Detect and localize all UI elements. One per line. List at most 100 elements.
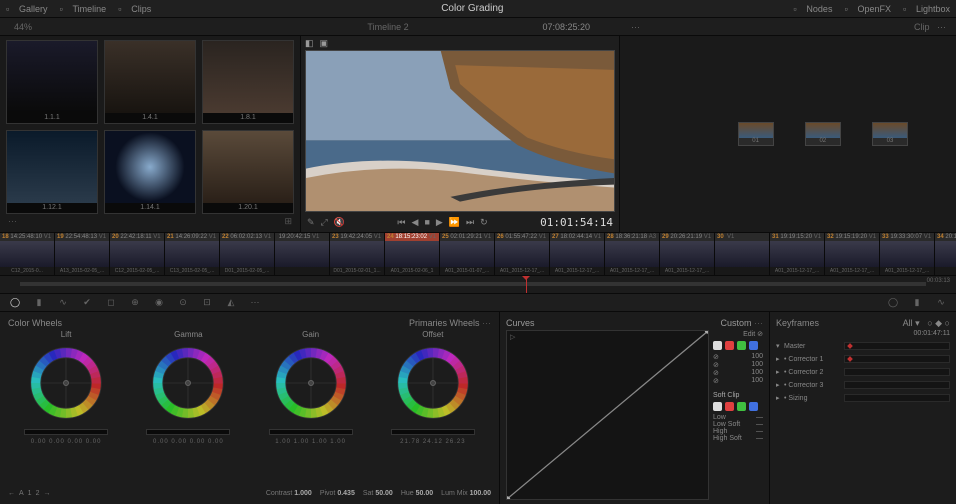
timeline-clip[interactable]: 19 22:54:48:13 V1 A13_2015-02-05_...: [55, 233, 110, 275]
channel-intensity[interactable]: ⊘100: [713, 369, 763, 377]
node-03[interactable]: 03: [872, 122, 908, 146]
gallery-layout-icon[interactable]: ⊞: [284, 216, 292, 227]
timeline-icon[interactable]: ▫Timeline: [60, 4, 107, 14]
tab-sizing-icon[interactable]: ⊡: [200, 296, 214, 310]
gallery-still[interactable]: 1.8.1: [202, 40, 294, 124]
loop-icon[interactable]: ↻: [480, 217, 488, 228]
node-01[interactable]: 01: [738, 122, 774, 146]
timeline-clip[interactable]: 27 18:02:44:14 V1 A01_2015-12-17_...: [550, 233, 605, 275]
channel-swatch[interactable]: [725, 341, 734, 350]
timeline-clip[interactable]: 22 06:02:02:13 V1 D01_2015-02-05_...: [220, 233, 275, 275]
tab2-curves-icon[interactable]: ∿: [934, 296, 948, 310]
timeline-ruler[interactable]: 00:03:13: [0, 275, 956, 293]
timeline-clip[interactable]: 28 18:36:21:18 A3 A01_2015-12-17_...: [605, 233, 660, 275]
wheel-values[interactable]: 21.78 24.12 26.23: [400, 439, 465, 445]
playhead[interactable]: [526, 276, 527, 293]
wheel-values[interactable]: 0.00 0.00 0.00 0.00: [31, 439, 102, 445]
expand-icon[interactable]: ⤢: [321, 217, 328, 228]
master-slider[interactable]: [269, 429, 353, 435]
node-graph[interactable]: 01 02 03: [620, 36, 956, 232]
keyframe-track[interactable]: ▸ • Corrector 3: [776, 379, 950, 391]
timeline-clip[interactable]: 24 18:15:23:02 V1 A01_2015-02-06_1: [385, 233, 440, 275]
tab-blur-icon[interactable]: ◉: [152, 296, 166, 310]
picker-icon[interactable]: ✎: [307, 217, 315, 228]
page-nav[interactable]: →: [43, 490, 50, 497]
gallery-still[interactable]: 1.14.1: [104, 130, 196, 214]
lightbox-icon[interactable]: ▫Lightbox: [903, 4, 950, 14]
keyframe-track[interactable]: ▸ • Corrector 2: [776, 366, 950, 378]
timeline-clip[interactable]: 26 01:55:47:22 V1 A01_2015-12-17_...: [495, 233, 550, 275]
param-contrast[interactable]: Contrast 1.000: [266, 490, 312, 497]
softclip-low[interactable]: Low—: [713, 414, 763, 421]
zoom-level[interactable]: 44%: [14, 22, 32, 32]
gallery-still[interactable]: 1.4.1: [104, 40, 196, 124]
gallery-still[interactable]: 1.12.1: [6, 130, 98, 214]
nodes-icon[interactable]: ▫Nodes: [793, 4, 832, 14]
wheels-mode[interactable]: Primaries Wheels: [409, 318, 480, 328]
wheel-values[interactable]: 0.00 0.00 0.00 0.00: [153, 439, 224, 445]
gallery-still[interactable]: 1.1.1: [6, 40, 98, 124]
curves-graph[interactable]: ▷: [506, 330, 709, 500]
master-slider[interactable]: [24, 429, 108, 435]
tab-bars-icon[interactable]: ▮: [32, 296, 46, 310]
timeline-clip[interactable]: 21 14:26:09:22 V1 C13_2015-02-05_...: [165, 233, 220, 275]
color-wheel[interactable]: [24, 341, 108, 425]
link-icon[interactable]: ⊘: [757, 331, 763, 338]
tab-window-icon[interactable]: ◻: [104, 296, 118, 310]
tab-dots-icon[interactable]: ⋯: [248, 296, 262, 310]
split-icon[interactable]: ▣: [320, 38, 329, 49]
prev-clip-icon[interactable]: ⏮: [397, 217, 405, 228]
timeline-clip[interactable]: 25 02:01:29:21 V1 A01_2015-01-07_...: [440, 233, 495, 275]
timeline-clip[interactable]: 20 22:42:18:11 V1 C12_2015-02-05_...: [110, 233, 165, 275]
tab-tracker-icon[interactable]: ⊕: [128, 296, 142, 310]
page-nav[interactable]: ←: [8, 490, 15, 497]
tab-circles-icon[interactable]: ◯: [8, 296, 22, 310]
color-wheel[interactable]: [146, 341, 230, 425]
timeline-clip[interactable]: 31 19:19:15:20 V1 A01_2015-12-17_...: [770, 233, 825, 275]
clip-label[interactable]: Clip: [914, 22, 930, 32]
channel-intensity[interactable]: ⊘100: [713, 353, 763, 361]
page-nav[interactable]: A: [19, 490, 24, 497]
reverse-icon[interactable]: ◀: [412, 217, 419, 228]
channel-intensity[interactable]: ⊘100: [713, 377, 763, 385]
keyframe-track[interactable]: ▾ Master: [776, 340, 950, 352]
node-02[interactable]: 02: [805, 122, 841, 146]
tab-curves-icon[interactable]: ∿: [56, 296, 70, 310]
tab-qualifier-icon[interactable]: ✔: [80, 296, 94, 310]
gallery-more-icon[interactable]: ···: [8, 216, 17, 226]
gallery-still[interactable]: 1.20.1: [202, 130, 294, 214]
timeline-clip[interactable]: 34 20:1 V1: [935, 233, 956, 275]
play-icon[interactable]: ▶: [436, 217, 443, 228]
clips-icon[interactable]: ▫Clips: [118, 4, 151, 14]
highlight-icon[interactable]: ◧: [305, 38, 314, 49]
channel-swatch[interactable]: [737, 341, 746, 350]
wheel-values[interactable]: 1.00 1.00 1.00 1.00: [275, 439, 346, 445]
menu-dots[interactable]: ···: [631, 22, 640, 32]
timeline-clip[interactable]: 23 19:42:24:05 V1 D01_2015-02-01_1...: [330, 233, 385, 275]
softclip-swatch[interactable]: [737, 402, 746, 411]
curves-mode[interactable]: Custom: [720, 318, 751, 328]
stop-icon[interactable]: ■: [424, 217, 429, 228]
softclip-swatch[interactable]: [749, 402, 758, 411]
param-lum mix[interactable]: Lum Mix 100.00: [441, 490, 491, 497]
timeline-clip[interactable]: 33 19:33:30:07 V1 A01_2015-12-17_...: [880, 233, 935, 275]
tab2-circles-icon[interactable]: ◯: [886, 296, 900, 310]
timeline-name[interactable]: Timeline 2: [367, 22, 408, 32]
softclip-swatch[interactable]: [713, 402, 722, 411]
channel-swatch[interactable]: [749, 341, 758, 350]
tab-3d-icon[interactable]: ◭: [224, 296, 238, 310]
keyframes-all[interactable]: All: [903, 318, 913, 328]
param-hue[interactable]: Hue 50.00: [401, 490, 433, 497]
page-nav[interactable]: 2: [36, 490, 40, 497]
master-slider[interactable]: [146, 429, 230, 435]
channel-swatch[interactable]: [713, 341, 722, 350]
tab-key-icon[interactable]: ⊙: [176, 296, 190, 310]
node-menu-dots[interactable]: ···: [937, 22, 946, 32]
channel-intensity[interactable]: ⊘100: [713, 361, 763, 369]
page-nav[interactable]: 1: [28, 490, 32, 497]
color-wheel[interactable]: [391, 341, 475, 425]
timeline-clip[interactable]: 29 20:26:21:19 V1 A01_2015-12-17_...: [660, 233, 715, 275]
next-clip-icon[interactable]: ⏭: [466, 217, 474, 228]
softclip-high[interactable]: High—: [713, 428, 763, 435]
openfx-icon[interactable]: ▫OpenFX: [844, 4, 891, 14]
